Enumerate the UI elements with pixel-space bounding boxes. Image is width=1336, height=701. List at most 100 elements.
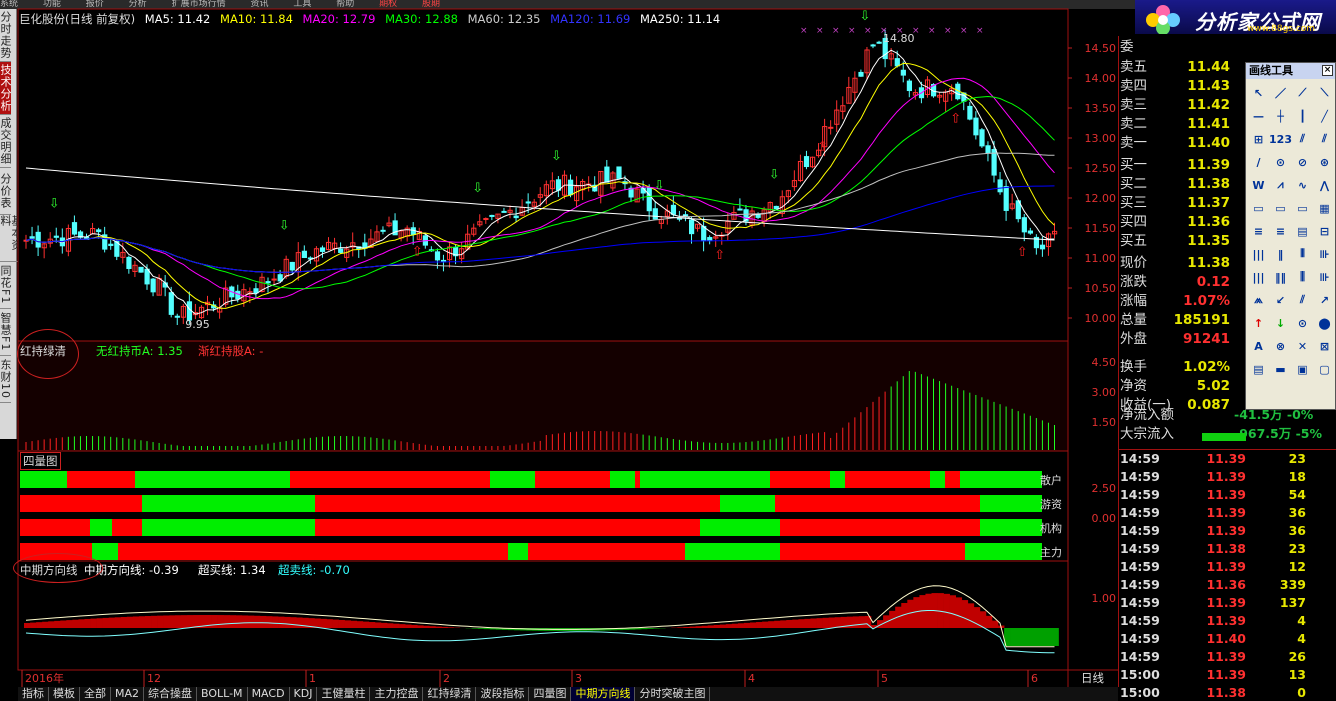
drawing-tool-icon[interactable]: ▬: [1270, 358, 1291, 380]
drawing-tool-icon[interactable]: —: [1248, 105, 1269, 127]
drawing-tool-icon[interactable]: ▭: [1270, 197, 1291, 219]
drawing-tool-icon[interactable]: |||: [1248, 266, 1269, 288]
drawing-tool-icon[interactable]: ⫼: [1292, 266, 1313, 288]
drawing-tool-icon[interactable]: ⋀: [1314, 174, 1335, 196]
direction-bar: [114, 617, 122, 628]
indicator-tab[interactable]: 红持绿清: [423, 687, 477, 701]
quote-value: 11.36: [1187, 214, 1230, 230]
indicator-tab[interactable]: BOLL-M: [197, 687, 248, 701]
drawing-tool-icon[interactable]: ↖: [1248, 82, 1269, 104]
drawing-tool-icon[interactable]: ┃: [1292, 105, 1313, 127]
drawing-tool-icon[interactable]: ⫽: [1292, 128, 1313, 150]
drawing-tool-icon[interactable]: ⫴: [1292, 243, 1313, 265]
direction-bar: [1034, 628, 1041, 646]
drawing-tool-icon[interactable]: ⊟: [1314, 220, 1335, 242]
drawing-tool-icon[interactable]: ⊞: [1248, 128, 1269, 150]
drawing-tool-icon[interactable]: ⫽: [1292, 289, 1313, 311]
candle-body: [652, 208, 658, 220]
quote-label: 卖四: [1120, 78, 1147, 94]
candle-body: [689, 219, 695, 235]
indicator-tab[interactable]: MA2: [111, 687, 145, 701]
drawing-tool-icon[interactable]: ⟍: [1314, 82, 1335, 104]
quote-label: 卖一: [1120, 135, 1147, 151]
drawing-tool-icon[interactable]: ⫽: [1314, 128, 1335, 150]
candle-body: [1027, 230, 1034, 234]
quote-value: 11.40: [1187, 135, 1230, 151]
drawing-tool-icon[interactable]: ▤: [1292, 220, 1313, 242]
drawing-tool-icon[interactable]: ≡: [1270, 220, 1291, 242]
indicator-tab[interactable]: 波段指标: [476, 687, 530, 701]
candle-body: [301, 250, 307, 258]
tick-cell: 11.39: [1206, 505, 1246, 520]
indicator-tab[interactable]: KDJ: [290, 687, 318, 701]
indicator-tab[interactable]: 王健量柱: [317, 687, 371, 701]
quote-label: 卖五: [1120, 59, 1147, 75]
drawing-tool-icon[interactable]: ⊪: [1314, 243, 1335, 265]
drawing-tool-icon[interactable]: ↙: [1270, 289, 1291, 311]
direction-bar: [84, 618, 91, 628]
drawing-tool-icon[interactable]: ⊠: [1314, 335, 1335, 357]
price-axis-label: 14.50: [1085, 42, 1117, 55]
drawing-tool-icon[interactable]: ┼: [1270, 105, 1291, 127]
drawing-tool-icon[interactable]: ⊪: [1314, 266, 1335, 288]
logo-url: www.88gs.com: [1247, 24, 1316, 34]
indicator-tab[interactable]: 中期方向线: [571, 687, 636, 701]
drawing-tool-icon[interactable]: ⊛: [1314, 151, 1335, 173]
drawing-tool-icon[interactable]: ‖‖: [1270, 266, 1291, 288]
sell-signal-icon: ⇧: [817, 140, 828, 155]
drawing-tool-icon[interactable]: ▦: [1314, 197, 1335, 219]
indicator-tab[interactable]: 全部: [80, 687, 111, 701]
band-label: 散户: [1040, 473, 1062, 487]
panel3-title: 四量图: [20, 452, 61, 470]
drawing-tool-icon[interactable]: W: [1248, 174, 1269, 196]
drawing-tool-icon[interactable]: ▣: [1292, 358, 1313, 380]
close-icon[interactable]: ×: [1322, 65, 1333, 76]
drawing-tool-icon[interactable]: ⊙: [1270, 151, 1291, 173]
drawing-tool-icon[interactable]: ▭: [1248, 197, 1269, 219]
drawing-tool-icon[interactable]: ⊗: [1270, 335, 1291, 357]
indicator-tab[interactable]: 指标: [18, 687, 49, 701]
drawing-tool-icon[interactable]: ⩕: [1248, 289, 1269, 311]
quote-label: 外盘: [1120, 331, 1147, 347]
drawing-tool-icon[interactable]: ▭: [1292, 197, 1313, 219]
direction-bar: [211, 615, 218, 628]
drawing-tool-icon[interactable]: ⬤: [1314, 312, 1335, 334]
drawing-tool-icon[interactable]: ⊙: [1292, 312, 1313, 334]
signal-marker: ×: [832, 26, 840, 36]
drawing-tool-icon[interactable]: ▢: [1314, 358, 1335, 380]
drawing-tool-icon[interactable]: ↑: [1248, 312, 1269, 334]
drawing-tool-icon[interactable]: ╱: [1314, 105, 1335, 127]
direction-bar: [405, 624, 412, 628]
drawing-tool-icon[interactable]: ⩘: [1270, 174, 1291, 196]
drawing-tool-icon[interactable]: ≡: [1248, 220, 1269, 242]
direction-bar: [157, 615, 164, 628]
panel2-line1: 无红持币A: 1.35: [96, 344, 183, 358]
drawing-tool-icon[interactable]: ▤: [1248, 358, 1269, 380]
candle-body: [53, 235, 59, 238]
buy-signal-icon: ⇩: [769, 168, 780, 183]
drawing-tool-icon[interactable]: ↓: [1270, 312, 1291, 334]
drawing-tool-icon[interactable]: ∿: [1292, 174, 1313, 196]
indicator-tab[interactable]: 四量图: [529, 687, 572, 701]
drawing-tool-icon[interactable]: ∕: [1248, 151, 1269, 173]
quote-row: 卖五 11.44: [1120, 58, 1230, 76]
drawing-tool-icon[interactable]: ／: [1270, 82, 1291, 104]
direction-bar: [1052, 628, 1059, 646]
tick-cell: 11.39: [1206, 451, 1246, 466]
drawing-tool-icon[interactable]: |||: [1248, 243, 1269, 265]
indicator-tab[interactable]: 模板: [49, 687, 80, 701]
direction-bar: [36, 622, 43, 628]
indicator-tab[interactable]: 综合操盘: [144, 687, 198, 701]
drawing-tool-icon[interactable]: ✕: [1292, 335, 1313, 357]
drawing-tool-icon[interactable]: ↗: [1314, 289, 1335, 311]
indicator-tab[interactable]: 主力控盘: [370, 687, 424, 701]
indicator-tab[interactable]: MACD: [248, 687, 290, 701]
drawing-tool-icon[interactable]: 123: [1269, 128, 1292, 150]
drawing-tool-icon[interactable]: ⊘: [1292, 151, 1313, 173]
candle-body: [997, 179, 1003, 193]
indicator-tab[interactable]: 分时突破主图: [635, 687, 711, 701]
drawing-tool-icon[interactable]: A: [1248, 335, 1269, 357]
drawing-tool-icon[interactable]: ‖: [1270, 243, 1291, 265]
tick-cell: 11.39: [1206, 595, 1246, 610]
drawing-tool-icon[interactable]: ⟋: [1292, 82, 1313, 104]
